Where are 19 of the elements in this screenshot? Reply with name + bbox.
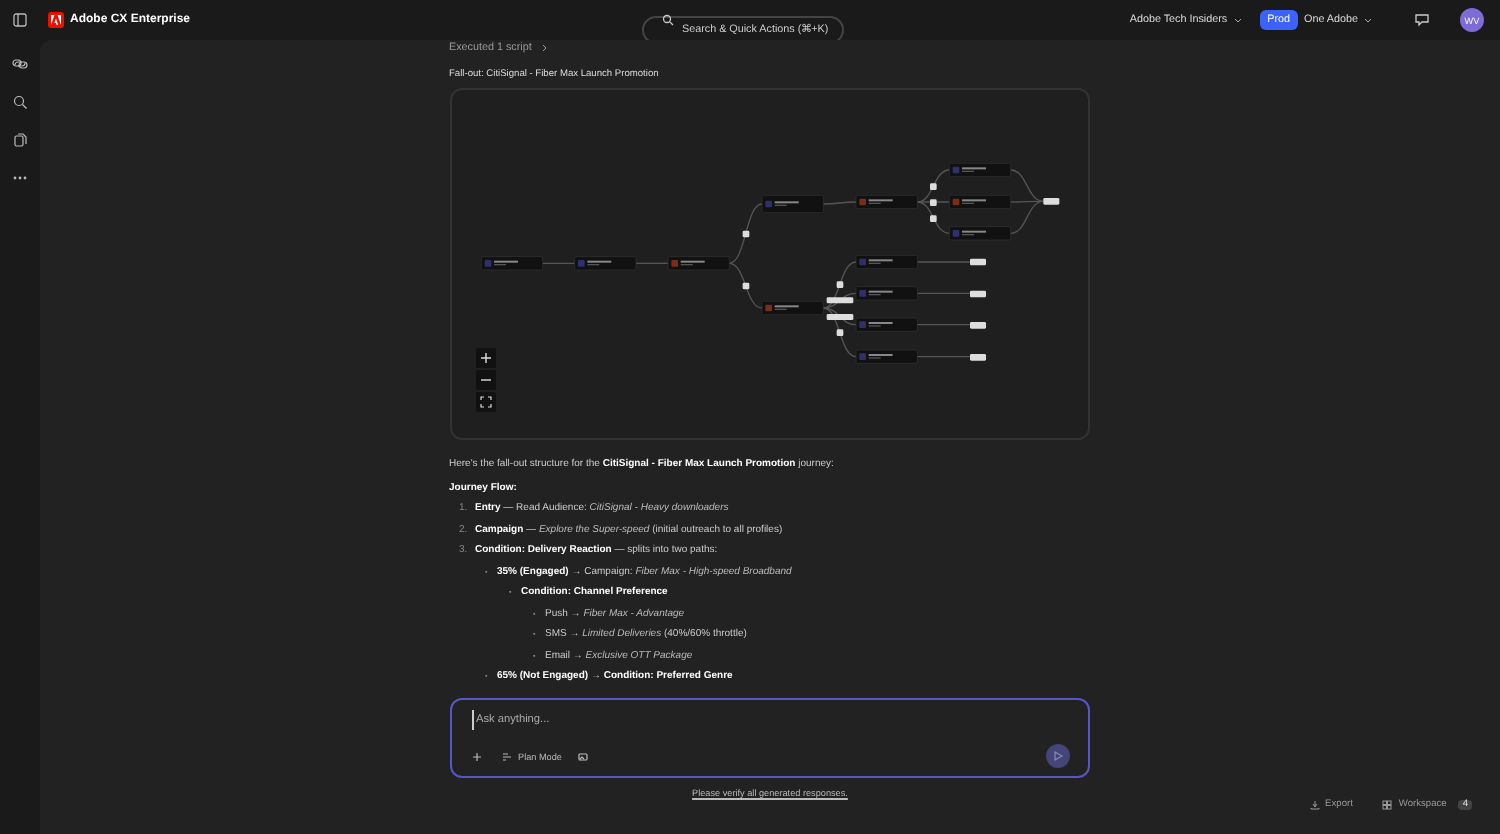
fit-view-icon	[479, 396, 491, 408]
grid-icon	[1382, 799, 1393, 809]
zoom-out-button[interactable]	[475, 370, 495, 390]
documents-icon[interactable]	[12, 132, 28, 148]
image-icon[interactable]	[577, 752, 588, 762]
send-button[interactable]	[1046, 743, 1070, 767]
minus-icon	[479, 374, 491, 386]
fit-view-button[interactable]	[475, 392, 495, 412]
search-icon	[662, 14, 674, 26]
lines-icon	[502, 752, 512, 762]
app-logo-icon	[48, 12, 64, 28]
add-icon[interactable]	[472, 752, 482, 762]
download-icon	[1309, 799, 1320, 809]
plus-icon	[479, 352, 491, 364]
search-icon[interactable]	[12, 94, 28, 110]
panel-toggle-icon[interactable]	[12, 12, 28, 28]
zoom-in-button[interactable]	[475, 348, 495, 368]
feedback-icon[interactable]	[1414, 12, 1430, 28]
send-icon	[1052, 749, 1064, 761]
